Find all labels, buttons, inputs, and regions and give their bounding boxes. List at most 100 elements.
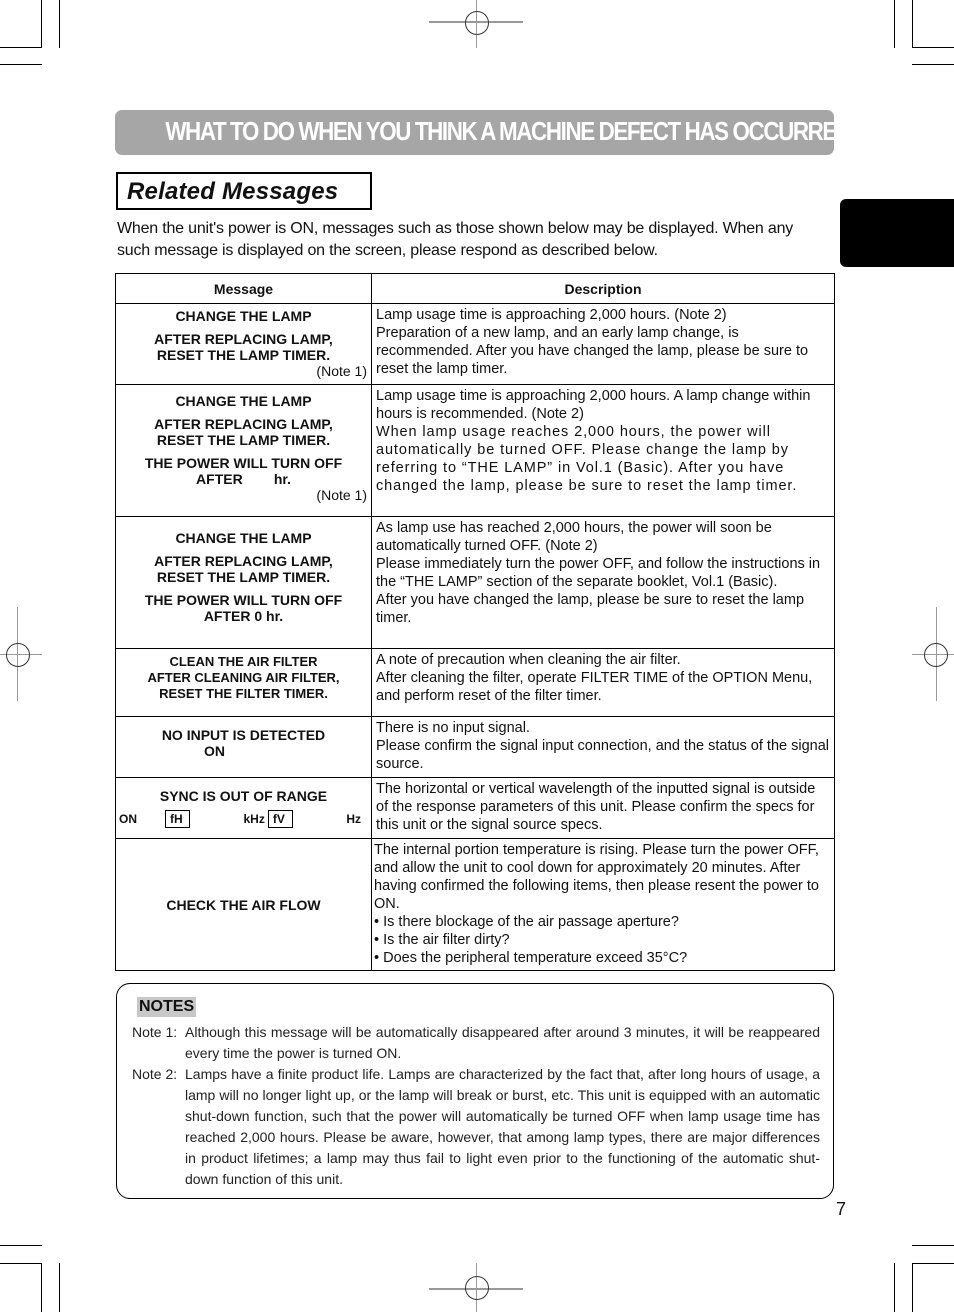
crop-mark	[0, 1245, 42, 1246]
note-label: Note 2:	[132, 1066, 178, 1082]
description-cell: There is no input signal. Please confirm…	[371, 716, 835, 778]
message-line: AFTER 0 hr.	[203, 607, 284, 624]
message-line: AFTER hr.	[196, 471, 291, 487]
message-cell: CHANGE THE LAMP AFTER REPLACING LAMP, RE…	[115, 384, 372, 517]
column-header-message: Message	[115, 273, 372, 304]
table-header-row: Message Description	[115, 273, 835, 304]
description-cell: The internal portion temperature is risi…	[371, 838, 835, 971]
description-line: As lamp use has reached 2,000 hours, the…	[376, 520, 772, 554]
crop-mark	[912, 64, 954, 65]
description-line: Lamp usage time is approaching 2,000 hou…	[376, 388, 847, 422]
intro-paragraph: When the unit's power is ON, messages su…	[117, 220, 794, 259]
crop-mark	[912, 1245, 954, 1246]
crop-mark	[41, 0, 42, 48]
hz-unit: Hz	[346, 812, 362, 826]
note-text: Although this message will be automatica…	[185, 1024, 820, 1061]
note-item: Note 2: Lamps have a finite product life…	[132, 1064, 820, 1190]
description-bullet: • Does the peripheral temperature exceed…	[374, 950, 688, 966]
note-reference: (Note 1)	[316, 363, 367, 379]
note-text: Lamps have a finite product life. Lamps …	[185, 1066, 820, 1187]
khz-unit: kHz	[243, 812, 265, 826]
registration-circle	[924, 643, 948, 667]
message-line: AFTER REPLACING LAMP,	[154, 552, 333, 569]
description-cell: A note of precaution when cleaning the a…	[371, 648, 835, 717]
message-line: NO INPUT IS DETECTED	[161, 727, 326, 743]
message-line: THE POWER WILL TURN OFF	[144, 455, 343, 471]
message-line: AFTER CLEANING AIR FILTER,	[147, 669, 340, 685]
message-line: CHANGE THE LAMP	[175, 529, 312, 546]
section-heading-box: Related Messages	[116, 172, 372, 210]
section-title: Related Messages	[127, 178, 339, 205]
message-cell: SYNC IS OUT OF RANGE ON fH kHz fV Hz	[115, 777, 372, 839]
page-number: 7	[836, 1199, 847, 1219]
table-row: CHANGE THE LAMP AFTER REPLACING LAMP, RE…	[115, 384, 847, 517]
crop-mark	[894, 0, 895, 48]
table-row: SYNC IS OUT OF RANGE ON fH kHz fV Hz The…	[115, 777, 835, 839]
crop-mark	[59, 0, 60, 48]
chapter-side-tab	[840, 199, 954, 267]
message-line: CLEAN THE AIR FILTER	[169, 653, 318, 669]
message-line: CHANGE THE LAMP	[175, 308, 312, 324]
description-line: Preparation of a new lamp, and an early …	[376, 325, 809, 377]
registration-circle	[465, 11, 489, 35]
crop-mark	[912, 47, 954, 48]
description-line: A note of precaution when cleaning the a…	[376, 652, 681, 668]
table-row: CLEAN THE AIR FILTER AFTER CLEANING AIR …	[115, 648, 835, 717]
message-line: SYNC IS OUT OF RANGE	[159, 788, 328, 804]
message-line: RESET THE FILTER TIMER.	[159, 685, 328, 701]
description-bullet: • Is there blockage of the air passage a…	[374, 914, 679, 930]
description-cell: Lamp usage time is approaching 2,000 hou…	[371, 303, 835, 385]
registration-circle	[6, 643, 30, 667]
note-reference: (Note 1)	[316, 487, 367, 503]
table-row: CHANGE THE LAMP AFTER REPLACING LAMP, RE…	[115, 516, 835, 649]
table-row: CHANGE THE LAMP AFTER REPLACING LAMP, RE…	[115, 303, 835, 385]
chapter-title: WHAT TO DO WHEN YOU THINK A MACHINE DEFE…	[165, 116, 852, 146]
description-line: Please immediately turn the power OFF, a…	[376, 556, 821, 590]
description-line: Lamp usage time is approaching 2,000 hou…	[376, 307, 727, 323]
message-cell: CHANGE THE LAMP AFTER REPLACING LAMP, RE…	[115, 303, 372, 385]
crop-mark	[912, 0, 913, 48]
description-line: The internal portion temperature is risi…	[374, 842, 819, 912]
crop-mark	[59, 1263, 60, 1312]
notes-heading: NOTES	[137, 997, 197, 1017]
chapter-banner: WHAT TO DO WHEN YOU THINK A MACHINE DEFE…	[115, 110, 852, 155]
description-line: Please confirm the signal input connecti…	[376, 738, 830, 772]
description-cell: As lamp use has reached 2,000 hours, the…	[371, 516, 835, 649]
notes-box: NOTES Note 1: Although this message will…	[116, 983, 834, 1199]
description-cell: The horizontal or vertical wavelength of…	[371, 777, 835, 839]
crop-mark	[41, 1263, 42, 1312]
message-cell: NO INPUT IS DETECTED ON	[115, 716, 372, 778]
message-line: THE POWER WILL TURN OFF	[144, 591, 343, 608]
sync-frequency-line: ON fH kHz fV Hz	[116, 810, 371, 828]
crop-mark	[0, 47, 42, 48]
crop-mark	[912, 1263, 954, 1264]
message-line: ON	[204, 743, 225, 759]
message-line: RESET THE LAMP TIMER.	[156, 432, 331, 448]
table-row: CHECK THE AIR FLOW The internal portion …	[115, 838, 835, 971]
registration-circle	[465, 1276, 489, 1300]
fv-box: fV	[267, 810, 293, 828]
note-item: Note 1: Although this message will be au…	[132, 1022, 820, 1064]
description-line: After you have changed the lamp, please …	[376, 592, 805, 626]
message-line: AFTER REPLACING LAMP,	[154, 416, 333, 432]
crop-mark	[0, 64, 42, 65]
crop-mark	[894, 1263, 895, 1312]
description-line: After cleaning the filter, operate FILTE…	[376, 670, 813, 704]
description-line: When lamp usage reaches 2,000 hours, the…	[376, 424, 798, 494]
description-cell: Lamp usage time is approaching 2,000 hou…	[371, 384, 847, 517]
description-bullet: • Is the air filter dirty?	[374, 932, 510, 948]
message-cell: CHECK THE AIR FLOW	[115, 838, 372, 971]
messages-table: Message Description CHANGE THE LAMP AFTE…	[115, 273, 835, 971]
message-line: AFTER REPLACING LAMP,	[154, 331, 333, 347]
crop-mark	[0, 1263, 42, 1264]
message-cell: CHANGE THE LAMP AFTER REPLACING LAMP, RE…	[115, 516, 372, 649]
column-header-description: Description	[371, 273, 835, 304]
crop-mark	[912, 1263, 913, 1312]
note-label: Note 1:	[132, 1024, 178, 1040]
message-line: RESET THE LAMP TIMER.	[156, 568, 331, 585]
message-line: CHECK THE AIR FLOW	[166, 896, 321, 913]
sync-on-label: ON	[119, 812, 137, 826]
message-cell: CLEAN THE AIR FILTER AFTER CLEANING AIR …	[115, 648, 372, 717]
message-line: CHANGE THE LAMP	[175, 393, 312, 409]
description-line: The horizontal or vertical wavelength of…	[376, 781, 816, 833]
